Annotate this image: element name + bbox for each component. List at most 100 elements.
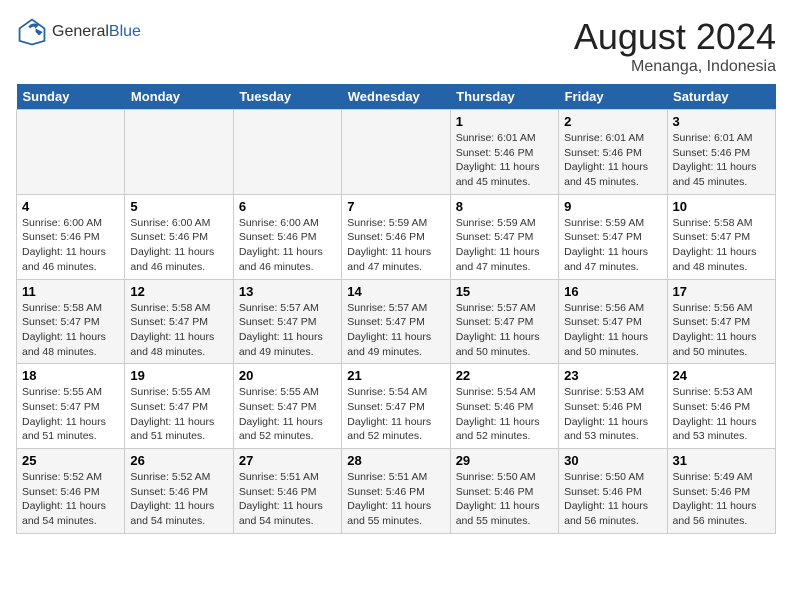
logo-text: GeneralBlue: [52, 23, 141, 41]
day-info: Sunrise: 5:50 AM Sunset: 5:46 PM Dayligh…: [456, 470, 553, 529]
day-info: Sunrise: 6:00 AM Sunset: 5:46 PM Dayligh…: [22, 216, 119, 275]
day-number: 3: [673, 114, 770, 129]
calendar-cell: 15 Sunrise: 5:57 AM Sunset: 5:47 PM Dayli…: [450, 279, 558, 364]
day-info: Sunrise: 5:52 AM Sunset: 5:46 PM Dayligh…: [22, 470, 119, 529]
day-info: Sunrise: 5:57 AM Sunset: 5:47 PM Dayligh…: [347, 301, 444, 360]
day-number: 31: [673, 453, 770, 468]
weekday-header-row: SundayMondayTuesdayWednesdayThursdayFrid…: [17, 84, 776, 110]
calendar-cell: [17, 110, 125, 195]
subtitle: Menanga, Indonesia: [574, 58, 776, 76]
day-info: Sunrise: 5:57 AM Sunset: 5:47 PM Dayligh…: [456, 301, 553, 360]
page-header: GeneralBlue August 2024 Menanga, Indones…: [16, 16, 776, 76]
calendar-week-row: 18 Sunrise: 5:55 AM Sunset: 5:47 PM Dayli…: [17, 364, 776, 449]
day-number: 20: [239, 368, 336, 383]
calendar-cell: 5Sunrise: 6:00 AM Sunset: 5:46 PM Daylig…: [125, 194, 233, 279]
day-info: Sunrise: 5:55 AM Sunset: 5:47 PM Dayligh…: [239, 385, 336, 444]
calendar-cell: [233, 110, 341, 195]
calendar-cell: 14Sunrise: 5:57 AM Sunset: 5:47 PM Dayli…: [342, 279, 450, 364]
calendar-cell: [125, 110, 233, 195]
calendar-cell: 24Sunrise: 5:53 AM Sunset: 5:46 PM Dayli…: [667, 364, 775, 449]
calendar-cell: 20 Sunrise: 5:55 AM Sunset: 5:47 PM Dayli…: [233, 364, 341, 449]
day-info: Sunrise: 5:51 AM Sunset: 5:46 PM Dayligh…: [347, 470, 444, 529]
calendar-cell: 4 Sunrise: 6:00 AM Sunset: 5:46 PM Daylig…: [17, 194, 125, 279]
main-title: August 2024: [574, 16, 776, 58]
day-number: 10: [673, 199, 770, 214]
calendar-cell: 25 Sunrise: 5:52 AM Sunset: 5:46 PM Dayli…: [17, 449, 125, 534]
weekday-header-thursday: Thursday: [450, 84, 558, 110]
calendar-cell: 28 Sunrise: 5:51 AM Sunset: 5:46 PM Dayli…: [342, 449, 450, 534]
day-info: Sunrise: 5:58 AM Sunset: 5:47 PM Dayligh…: [22, 301, 119, 360]
day-number: 8: [456, 199, 553, 214]
day-info: Sunrise: 5:52 AM Sunset: 5:46 PM Dayligh…: [130, 470, 227, 529]
calendar-week-row: 25 Sunrise: 5:52 AM Sunset: 5:46 PM Dayli…: [17, 449, 776, 534]
calendar-cell: 21 Sunrise: 5:54 AM Sunset: 5:47 PM Dayli…: [342, 364, 450, 449]
day-number: 29: [456, 453, 553, 468]
day-number: 6: [239, 199, 336, 214]
day-number: 19: [130, 368, 227, 383]
day-number: 25: [22, 453, 119, 468]
calendar-week-row: 11 Sunrise: 5:58 AM Sunset: 5:47 PM Dayli…: [17, 279, 776, 364]
day-number: 4: [22, 199, 119, 214]
calendar-cell: 27Sunrise: 5:51 AM Sunset: 5:46 PM Dayli…: [233, 449, 341, 534]
calendar-cell: 31 Sunrise: 5:49 AM Sunset: 5:46 PM Dayli…: [667, 449, 775, 534]
day-info: Sunrise: 5:58 AM Sunset: 5:47 PM Dayligh…: [130, 301, 227, 360]
day-info: Sunrise: 5:57 AM Sunset: 5:47 PM Dayligh…: [239, 301, 336, 360]
day-number: 23: [564, 368, 661, 383]
calendar-cell: 8 Sunrise: 5:59 AM Sunset: 5:47 PM Daylig…: [450, 194, 558, 279]
day-number: 17: [673, 284, 770, 299]
day-number: 7: [347, 199, 444, 214]
day-number: 9: [564, 199, 661, 214]
day-info: Sunrise: 5:56 AM Sunset: 5:47 PM Dayligh…: [673, 301, 770, 360]
calendar-cell: 18 Sunrise: 5:55 AM Sunset: 5:47 PM Dayli…: [17, 364, 125, 449]
day-info: Sunrise: 5:53 AM Sunset: 5:46 PM Dayligh…: [673, 385, 770, 444]
calendar-cell: 10Sunrise: 5:58 AM Sunset: 5:47 PM Dayli…: [667, 194, 775, 279]
calendar-table: SundayMondayTuesdayWednesdayThursdayFrid…: [16, 84, 776, 534]
calendar-cell: 9 Sunrise: 5:59 AM Sunset: 5:47 PM Daylig…: [559, 194, 667, 279]
day-info: Sunrise: 6:00 AM Sunset: 5:46 PM Dayligh…: [130, 216, 227, 275]
day-info: Sunrise: 6:01 AM Sunset: 5:46 PM Dayligh…: [456, 131, 553, 190]
day-info: Sunrise: 6:01 AM Sunset: 5:46 PM Dayligh…: [673, 131, 770, 190]
day-number: 15: [456, 284, 553, 299]
day-info: Sunrise: 5:55 AM Sunset: 5:47 PM Dayligh…: [22, 385, 119, 444]
logo: GeneralBlue: [16, 16, 141, 48]
day-info: Sunrise: 5:54 AM Sunset: 5:47 PM Dayligh…: [347, 385, 444, 444]
calendar-cell: 17 Sunrise: 5:56 AM Sunset: 5:47 PM Dayli…: [667, 279, 775, 364]
day-info: Sunrise: 5:59 AM Sunset: 5:47 PM Dayligh…: [456, 216, 553, 275]
day-info: Sunrise: 5:50 AM Sunset: 5:46 PM Dayligh…: [564, 470, 661, 529]
weekday-header-tuesday: Tuesday: [233, 84, 341, 110]
day-number: 2: [564, 114, 661, 129]
day-info: Sunrise: 5:54 AM Sunset: 5:46 PM Dayligh…: [456, 385, 553, 444]
calendar-cell: 30Sunrise: 5:50 AM Sunset: 5:46 PM Dayli…: [559, 449, 667, 534]
calendar-cell: 11 Sunrise: 5:58 AM Sunset: 5:47 PM Dayli…: [17, 279, 125, 364]
calendar-cell: 26 Sunrise: 5:52 AM Sunset: 5:46 PM Dayli…: [125, 449, 233, 534]
calendar-cell: [342, 110, 450, 195]
day-info: Sunrise: 5:49 AM Sunset: 5:46 PM Dayligh…: [673, 470, 770, 529]
day-number: 28: [347, 453, 444, 468]
weekday-header-friday: Friday: [559, 84, 667, 110]
calendar-cell: 13 Sunrise: 5:57 AM Sunset: 5:47 PM Dayli…: [233, 279, 341, 364]
logo-blue-text: Blue: [109, 23, 141, 41]
day-number: 11: [22, 284, 119, 299]
day-info: Sunrise: 5:59 AM Sunset: 5:46 PM Dayligh…: [347, 216, 444, 275]
day-number: 16: [564, 284, 661, 299]
day-number: 26: [130, 453, 227, 468]
calendar-cell: 7 Sunrise: 5:59 AM Sunset: 5:46 PM Daylig…: [342, 194, 450, 279]
calendar-cell: 23Sunrise: 5:53 AM Sunset: 5:46 PM Dayli…: [559, 364, 667, 449]
calendar-header: SundayMondayTuesdayWednesdayThursdayFrid…: [17, 84, 776, 110]
day-number: 27: [239, 453, 336, 468]
day-info: Sunrise: 5:59 AM Sunset: 5:47 PM Dayligh…: [564, 216, 661, 275]
day-number: 13: [239, 284, 336, 299]
day-info: Sunrise: 6:01 AM Sunset: 5:46 PM Dayligh…: [564, 131, 661, 190]
day-info: Sunrise: 6:00 AM Sunset: 5:46 PM Dayligh…: [239, 216, 336, 275]
day-number: 22: [456, 368, 553, 383]
title-block: August 2024 Menanga, Indonesia: [574, 16, 776, 76]
calendar-cell: 16 Sunrise: 5:56 AM Sunset: 5:47 PM Dayli…: [559, 279, 667, 364]
calendar-cell: 12Sunrise: 5:58 AM Sunset: 5:47 PM Dayli…: [125, 279, 233, 364]
day-number: 18: [22, 368, 119, 383]
day-info: Sunrise: 5:56 AM Sunset: 5:47 PM Dayligh…: [564, 301, 661, 360]
day-number: 21: [347, 368, 444, 383]
calendar-week-row: 1 Sunrise: 6:01 AM Sunset: 5:46 PM Daylig…: [17, 110, 776, 195]
calendar-cell: 1 Sunrise: 6:01 AM Sunset: 5:46 PM Daylig…: [450, 110, 558, 195]
day-number: 1: [456, 114, 553, 129]
weekday-header-wednesday: Wednesday: [342, 84, 450, 110]
